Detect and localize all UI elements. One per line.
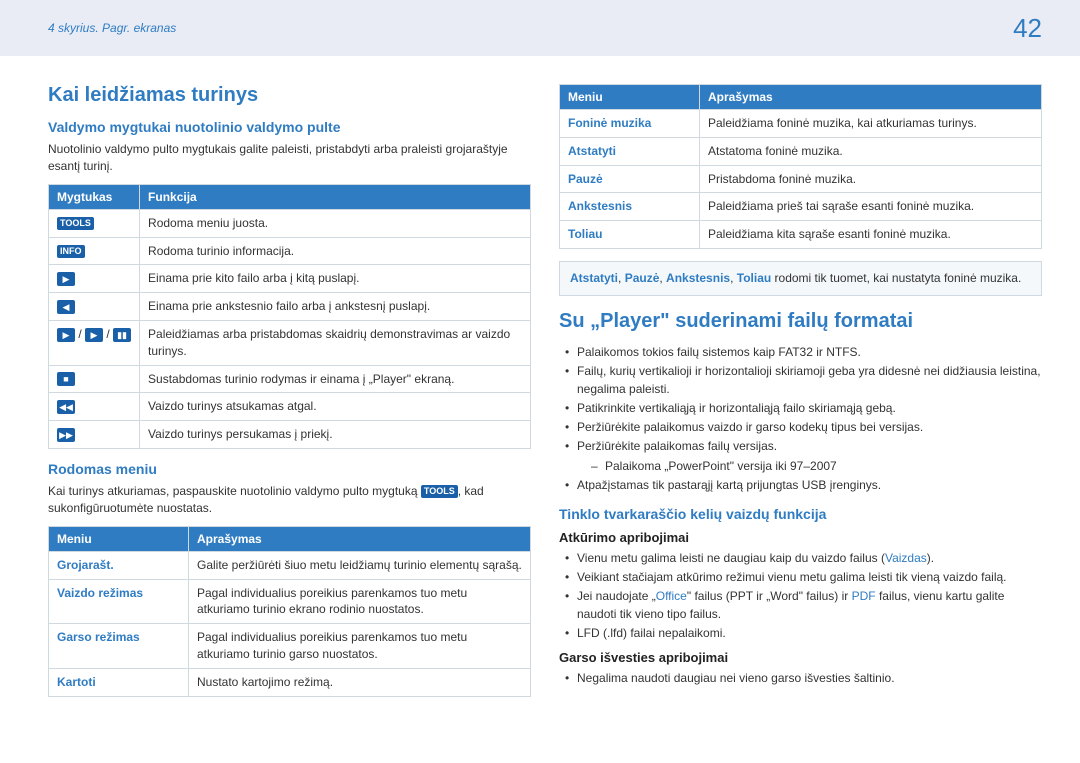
button-cell: ◀ — [49, 293, 140, 321]
remote-button-icon: ▶ — [57, 328, 75, 342]
page-number: 42 — [1013, 13, 1042, 44]
subheading-remote-buttons: Valdymo mygtukai nuotolinio valdymo pult… — [48, 119, 531, 135]
info-badge: INFO — [57, 245, 85, 258]
function-cell: Rodoma meniu juosta. — [140, 209, 531, 237]
tools-badge: TOOLS — [57, 217, 94, 230]
breadcrumb: 4 skyrius. Pagr. ekranas — [48, 21, 176, 35]
menu-key: Toliau — [560, 221, 700, 249]
remote-button-icon: ◀◀ — [57, 400, 75, 414]
th-menu: Meniu — [49, 526, 189, 551]
remote-button-icon: ■ — [57, 372, 75, 386]
remote-button-icon: ▶ — [57, 272, 75, 286]
button-cell: INFO — [49, 237, 140, 265]
button-cell: ▶▶ — [49, 421, 140, 449]
list-item: Atpažįstamas tik pastarąjį kartą prijung… — [563, 476, 1042, 494]
button-cell: ▶ / ▶ / ▮▮ — [49, 320, 140, 365]
menu-key: Pauzė — [560, 165, 700, 193]
function-cell: Vaizdo turinys atsukamas atgal. — [140, 393, 531, 421]
th-desc-r: Aprašymas — [700, 85, 1042, 110]
list-item: Peržiūrėkite palaikomus vaizdo ir garso … — [563, 418, 1042, 436]
list-item: Jei naudojate „Office" failus (PPT ir „W… — [563, 587, 1042, 623]
tools-badge: TOOLS — [421, 485, 458, 498]
th-desc: Aprašymas — [189, 526, 531, 551]
menu-desc: Kai turinys atkuriamas, paspauskite nuot… — [48, 483, 531, 518]
function-cell: Einama prie kito failo arba į kitą pusla… — [140, 265, 531, 293]
menu-desc-cell: Galite peržiūrėti šiuo metu leidžiamų tu… — [189, 551, 531, 579]
list-item: LFD (.lfd) failai nepalaikomi. — [563, 624, 1042, 642]
remote-buttons-table: Mygtukas Funkcija TOOLS Rodoma meniu juos… — [48, 184, 531, 449]
list-item: Failų, kurių vertikalioji ir horizontali… — [563, 362, 1042, 398]
list-item: Vienu metu galima leisti ne daugiau kaip… — [563, 549, 1042, 567]
th-function: Funkcija — [140, 184, 531, 209]
button-cell: TOOLS — [49, 209, 140, 237]
menu-desc-cell: Paleidžiama foninė muzika, kai atkuriama… — [700, 110, 1042, 138]
function-cell: Vaizdo turinys persukamas į priekį. — [140, 421, 531, 449]
menu-desc-cell: Atstatoma foninė muzika. — [700, 137, 1042, 165]
subheading-playback-limits: Atkūrimo apribojimai — [559, 530, 1042, 545]
list-item: Peržiūrėkite palaikomas failų versijas.P… — [563, 437, 1042, 475]
menu-desc-cell: Paleidžiama kita sąraše esanti foninė mu… — [700, 221, 1042, 249]
remote-button-icon: ▮▮ — [113, 328, 131, 342]
playback-limits-list: Vienu metu galima leisti ne daugiau kaip… — [559, 549, 1042, 642]
page-content: Kai leidžiamas turinys Valdymo mygtukai … — [0, 56, 1080, 709]
th-menu-r: Meniu — [560, 85, 700, 110]
remote-button-icon: ◀ — [57, 300, 75, 314]
menu-desc-cell: Pagal individualius poreikius parenkamos… — [189, 579, 531, 624]
heading-formats: Su „Player" suderinami failų formatai — [559, 310, 1042, 333]
menu-desc-cell: Pagal individualius poreikius parenkamos… — [189, 624, 531, 669]
list-item: Patikrinkite vertikaliąją ir horizontali… — [563, 399, 1042, 417]
remote-desc: Nuotolinio valdymo pulto mygtukais galit… — [48, 141, 531, 176]
function-cell: Einama prie ankstesnio failo arba į anks… — [140, 293, 531, 321]
function-cell: Rodoma turinio informacija. — [140, 237, 531, 265]
list-item: Negalima naudoti daugiau nei vieno garso… — [563, 669, 1042, 687]
list-item: Veikiant stačiajam atkūrimo režimui vien… — [563, 568, 1042, 586]
heading-playback: Kai leidžiamas turinys — [48, 84, 531, 107]
subheading-audio-limits: Garso išvesties apribojimai — [559, 650, 1042, 665]
remote-button-icon: ▶▶ — [57, 428, 75, 442]
menu-key: Grojarašt. — [49, 551, 189, 579]
menu-key: Garso režimas — [49, 624, 189, 669]
note-box: Atstatyti, Pauzė, Ankstesnis, Toliau rod… — [559, 261, 1042, 296]
menu-desc-cell: Paleidžiama prieš tai sąraše esanti foni… — [700, 193, 1042, 221]
th-button: Mygtukas — [49, 184, 140, 209]
subheading-menu-shown: Rodomas meniu — [48, 461, 531, 477]
page-header: 4 skyrius. Pagr. ekranas 42 — [0, 0, 1080, 56]
subheading-network: Tinklo tvarkaraščio kelių vaizdų funkcij… — [559, 506, 1042, 522]
menu-key: Kartoti — [49, 668, 189, 696]
menu-key: Ankstesnis — [560, 193, 700, 221]
button-cell: ■ — [49, 365, 140, 393]
right-column: Meniu Aprašymas Foninė muzikaPaleidžiama… — [559, 84, 1042, 709]
list-item: Palaikoma „PowerPoint" versija iki 97–20… — [591, 457, 1042, 475]
menu-key: Foninė muzika — [560, 110, 700, 138]
function-cell: Paleidžiamas arba pristabdomas skaidrių … — [140, 320, 531, 365]
menu-desc-cell: Pristabdoma foninė muzika. — [700, 165, 1042, 193]
menu-table: Meniu Aprašymas Grojarašt.Galite peržiūr… — [48, 526, 531, 697]
list-item: Palaikomos tokios failų sistemos kaip FA… — [563, 343, 1042, 361]
menu-key: Atstatyti — [560, 137, 700, 165]
formats-list: Palaikomos tokios failų sistemos kaip FA… — [559, 343, 1042, 494]
menu-key: Vaizdo režimas — [49, 579, 189, 624]
function-cell: Sustabdomas turinio rodymas ir einama į … — [140, 365, 531, 393]
bg-music-table: Meniu Aprašymas Foninė muzikaPaleidžiama… — [559, 84, 1042, 249]
audio-limits-list: Negalima naudoti daugiau nei vieno garso… — [559, 669, 1042, 687]
button-cell: ▶ — [49, 265, 140, 293]
menu-desc-cell: Nustato kartojimo režimą. — [189, 668, 531, 696]
button-cell: ◀◀ — [49, 393, 140, 421]
left-column: Kai leidžiamas turinys Valdymo mygtukai … — [48, 84, 531, 709]
remote-button-icon: ▶ — [85, 328, 103, 342]
